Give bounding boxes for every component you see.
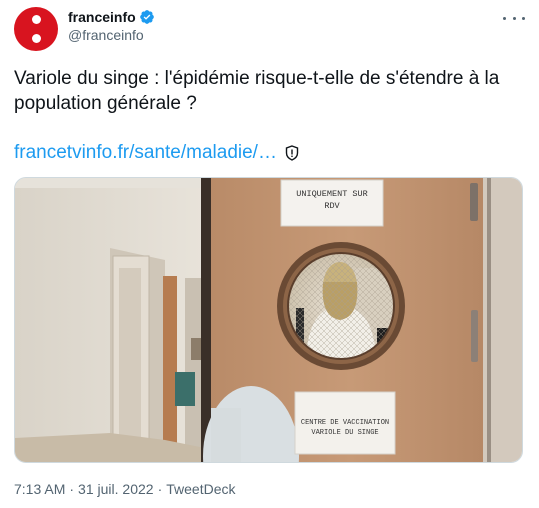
avatar[interactable] (14, 7, 58, 51)
tweet-text: Variole du singe : l'épidémie risque-t-e… (14, 68, 500, 114)
more-dots-icon (503, 16, 506, 20)
author-handle[interactable]: @franceinfo (68, 27, 144, 43)
meta-separator: · (157, 481, 163, 497)
tweet-link[interactable]: francetvinfo.fr/sante/maladie/… (14, 140, 277, 165)
author-name-row: franceinfo (68, 8, 155, 26)
tweet-date[interactable]: 31 juil. 2022 (78, 481, 154, 497)
avatar-logo-dot (31, 15, 41, 24)
more-dots-icon (512, 16, 516, 20)
svg-text:RDV: RDV (324, 201, 340, 211)
svg-text:CENTRE DE VACCINATION: CENTRE DE VACCINATION (301, 419, 389, 427)
more-options-button[interactable] (503, 10, 525, 26)
avatar-logo-dot (31, 34, 41, 43)
photo-illustration: UNIQUEMENT SUR RDV CENTRE DE VACCINATION… (15, 178, 522, 462)
tweet-image[interactable]: UNIQUEMENT SUR RDV CENTRE DE VACCINATION… (14, 177, 523, 463)
verified-badge-icon (139, 10, 154, 24)
tweet-source[interactable]: TweetDeck (166, 481, 235, 497)
author-display-name[interactable]: franceinfo (68, 9, 136, 25)
tweet: franceinfo @franceinfo Variole du singe … (0, 0, 539, 508)
meta-separator: · (69, 481, 75, 497)
tweet-meta: 7:13 AM · 31 juil. 2022 · TweetDeck (14, 481, 235, 497)
tweet-link-row: francetvinfo.fr/sante/maladie/… (14, 140, 299, 165)
shield-icon[interactable] (285, 144, 299, 161)
more-dots-icon (522, 16, 525, 20)
svg-text:UNIQUEMENT SUR: UNIQUEMENT SUR (296, 189, 367, 199)
svg-text:VARIOLE DU SINGE: VARIOLE DU SINGE (311, 429, 378, 437)
tweet-time[interactable]: 7:13 AM (14, 481, 65, 497)
